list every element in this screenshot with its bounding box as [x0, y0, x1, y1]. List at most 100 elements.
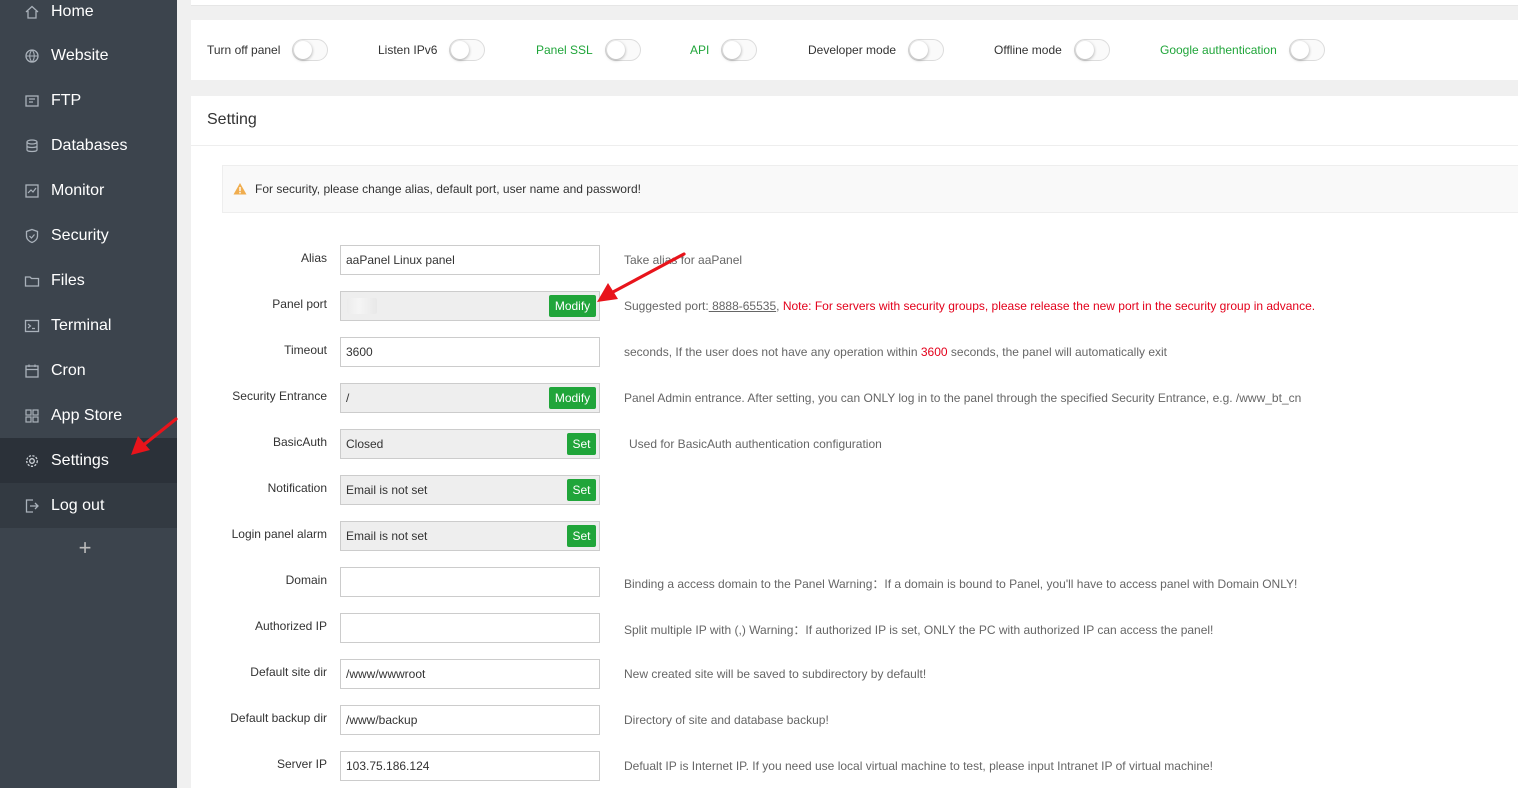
page-title: Setting: [207, 111, 257, 128]
redacted-port: [347, 298, 377, 314]
setting-card: Setting For security, please change alia…: [191, 96, 1518, 788]
add-plus-icon[interactable]: +: [77, 536, 93, 560]
row-domain: Domain Binding a access domain to the Pa…: [191, 567, 1518, 599]
modify-entrance-button[interactable]: Modify: [549, 387, 596, 409]
annotation-arrow-modify: [597, 252, 686, 302]
sidebar-item-databases[interactable]: Databases: [0, 123, 177, 168]
alias-input[interactable]: aaPanel Linux panel: [340, 245, 600, 275]
top-panel: [191, 0, 1518, 6]
terminal-icon: [24, 318, 40, 334]
field-hint: Directory of site and database backup!: [624, 713, 829, 727]
card-header: Setting: [191, 96, 1518, 146]
sidebar-item-label: Monitor: [51, 181, 105, 199]
toggle-switch[interactable]: [721, 39, 758, 61]
toggle-offline-mode: Offline mode: [994, 20, 1110, 80]
toggle-listen-ipv6: Listen IPv6: [378, 20, 486, 80]
sidebar-item-logout[interactable]: Log out: [0, 483, 177, 528]
sidebar-item-label: Home: [51, 2, 94, 20]
row-notification: Notification Email is not set Set: [191, 475, 1518, 507]
field-hint: Split multiple IP with (,) Warning：If au…: [624, 623, 1214, 637]
sidebar-item-monitor[interactable]: Monitor: [0, 168, 177, 213]
toggle-switch[interactable]: [449, 39, 486, 61]
annotation-arrow-settings: [131, 417, 178, 455]
site-dir-input[interactable]: /www/wwwroot: [340, 659, 600, 689]
toggle-label[interactable]: API: [690, 43, 709, 57]
modify-port-button[interactable]: Modify: [549, 295, 596, 317]
toggle-label: Offline mode: [994, 43, 1062, 57]
field-hint: seconds, If the user does not have any o…: [624, 345, 1168, 359]
globe-icon: [24, 48, 40, 64]
security-warning: For security, please change alias, defau…: [222, 165, 1518, 213]
field-label: Default backup dir: [230, 711, 327, 725]
toggle-label: Turn off panel: [207, 43, 281, 57]
field-label: Default site dir: [250, 665, 327, 679]
row-basicauth: BasicAuth Closed Set Used for BasicAuth …: [191, 429, 1518, 461]
toggle-label[interactable]: Panel SSL: [536, 43, 593, 57]
field-hint: New created site will be saved to subdir…: [624, 667, 927, 681]
sidebar: Home Website FTP Databases Monitor Secur…: [0, 0, 177, 788]
login-alarm-set-button[interactable]: Set: [567, 525, 596, 547]
sidebar-item-website[interactable]: Website: [0, 33, 177, 78]
field-label: Panel port: [272, 297, 327, 311]
toggle-switch[interactable]: [292, 39, 329, 61]
row-timeout: Timeout 3600 seconds, If the user does n…: [191, 337, 1518, 369]
sidebar-item-cron[interactable]: Cron: [0, 348, 177, 393]
row-authorized-ip: Authorized IP Split multiple IP with (,)…: [191, 613, 1518, 645]
warning-text: For security, please change alias, defau…: [255, 182, 641, 196]
authorized-ip-input[interactable]: [340, 613, 600, 643]
field-hint: Suggested port: 8888-65535, Note: For se…: [624, 299, 1316, 313]
toggle-turn-off-panel: Turn off panel: [207, 20, 329, 80]
notification-set-button[interactable]: Set: [567, 479, 596, 501]
warning-icon: [233, 183, 247, 195]
sidebar-item-label: Settings: [51, 451, 109, 469]
gear-icon: [24, 453, 40, 469]
folder-icon: [24, 273, 40, 289]
home-icon: [24, 4, 40, 20]
sidebar-item-label: Databases: [51, 136, 128, 154]
toggle-google-authentication: Google authentication: [1160, 20, 1325, 80]
sidebar-item-files[interactable]: Files: [0, 258, 177, 303]
toggle-switch[interactable]: [1288, 39, 1325, 61]
toggle-switch[interactable]: [908, 39, 945, 61]
notification-input: Email is not set: [340, 475, 600, 505]
toggle-switch[interactable]: [604, 39, 641, 61]
shield-icon: [24, 228, 40, 244]
backup-dir-input[interactable]: /www/backup: [340, 705, 600, 735]
row-default-backup-dir: Default backup dir /www/backup Directory…: [191, 705, 1518, 737]
sidebar-item-terminal[interactable]: Terminal: [0, 303, 177, 348]
field-hint: Panel Admin entrance. After setting, you…: [624, 391, 1302, 405]
field-label: Authorized IP: [254, 619, 327, 633]
toggle-panel-ssl: Panel SSL: [536, 20, 641, 80]
domain-input[interactable]: [340, 567, 600, 597]
toggle-label: Listen IPv6: [378, 43, 438, 57]
field-label: Security Entrance: [232, 389, 327, 403]
sidebar-item-label: FTP: [51, 91, 82, 109]
sidebar-item-ftp[interactable]: FTP: [0, 78, 177, 123]
toggle-label: Developer mode: [808, 43, 897, 57]
sidebar-item-security[interactable]: Security: [0, 213, 177, 258]
timeout-input[interactable]: 3600: [340, 337, 600, 367]
field-hint: Defualt IP is Internet IP. If you need u…: [624, 759, 1214, 773]
toggle-switch[interactable]: [1073, 39, 1110, 61]
basicauth-input: Closed: [340, 429, 600, 459]
monitor-icon: [24, 183, 40, 199]
sidebar-item-label: Website: [51, 46, 109, 64]
field-hint: Binding a access domain to the Panel War…: [624, 577, 1298, 591]
server-ip-input[interactable]: 103.75.186.124: [340, 751, 600, 781]
basicauth-set-button[interactable]: Set: [567, 433, 596, 455]
field-label: Login panel alarm: [231, 527, 327, 541]
row-default-site-dir: Default site dir /www/wwwroot New create…: [191, 659, 1518, 691]
login-alarm-input: Email is not set: [340, 521, 600, 551]
row-security-entrance: Security Entrance / Modify Panel Admin e…: [191, 383, 1518, 415]
row-panel-port: Panel port Modify Suggested port: 8888-6…: [191, 291, 1518, 323]
field-hint: Used for BasicAuth authentication config…: [629, 437, 882, 451]
row-alias: Alias aaPanel Linux panel Take alias for…: [191, 245, 1518, 277]
calendar-icon: [24, 363, 40, 379]
toggle-api: API: [690, 20, 758, 80]
sidebar-item-label: Security: [51, 226, 109, 244]
sidebar-item-label: App Store: [51, 406, 123, 424]
toggle-developer-mode: Developer mode: [808, 20, 945, 80]
toggle-label[interactable]: Google authentication: [1160, 43, 1277, 57]
grid-icon: [24, 408, 40, 424]
sidebar-item-home[interactable]: Home: [0, 0, 177, 34]
